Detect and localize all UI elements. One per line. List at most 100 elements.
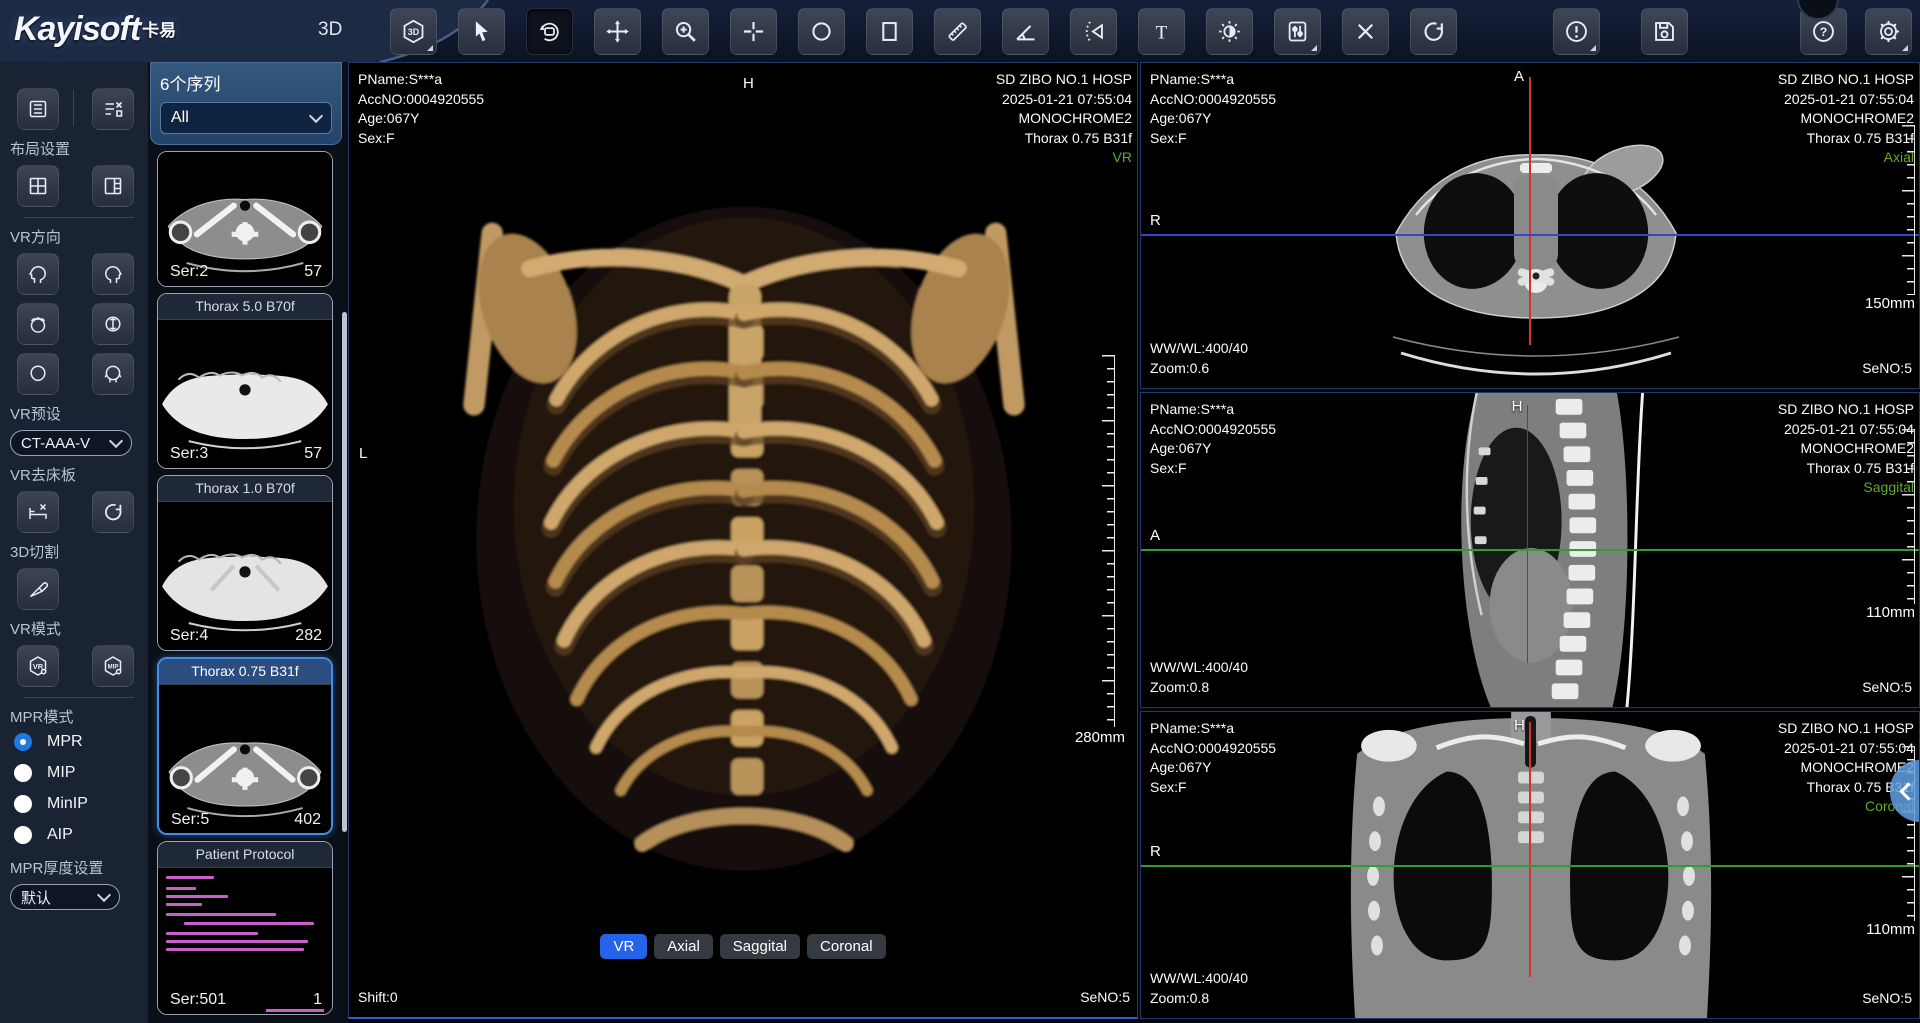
axial-reference-line[interactable] [1141,234,1919,236]
patient-name: PName:S***a [358,70,484,90]
vr-direction-row-1 [17,253,148,295]
image-count: 57 [304,445,322,463]
series-thumbnail[interactable]: Thorax 1.0 B70f Ser:4282 [157,475,333,651]
head-right-button[interactable] [92,253,134,295]
vr-direction-row-3 [17,353,148,395]
tool-crosshair-button[interactable] [730,8,777,55]
layout-buttons-row-2 [17,165,148,207]
tool-rotate-3d-button[interactable] [526,8,573,55]
sagittal-reference-line[interactable] [1529,722,1531,977]
tool-text-annotation-button[interactable]: T [1138,8,1185,55]
vr-bed-row [17,491,148,533]
series-scrollbar[interactable] [342,312,347,832]
head-front-button[interactable] [17,353,59,395]
settings-button[interactable] [1865,8,1912,55]
study-datetime: 2025-01-21 07:55:04 [1778,90,1914,110]
head-top-button[interactable] [17,303,59,345]
series-title: Patient Protocol [158,842,332,868]
text-annotation-icon: T [1148,18,1175,45]
close-layout-button[interactable] [92,88,134,130]
tool-reset-button[interactable] [1410,8,1457,55]
tool-window-level-button[interactable] [1206,8,1253,55]
image-count: 57 [304,263,322,281]
head-bottom-button[interactable] [92,303,134,345]
tool-ruler-button[interactable] [934,8,981,55]
logo-suffix: 卡易 [142,21,176,40]
vr-mode-row: VR MIP [17,645,148,687]
mpr-radio-label: MPR [47,733,83,751]
pan-icon [604,18,631,45]
axial-viewport[interactable]: A R PName:S***a AccNO:0004920555 Age:067… [1140,62,1920,389]
sidebar-divider-1 [24,217,134,218]
patient-info-overlay: PName:S***a AccNO:0004920555 Age:067Y Se… [358,70,484,148]
head-back-button[interactable] [92,353,134,395]
tool-save-button[interactable] [1641,8,1688,55]
remove-bed-button[interactable] [17,491,59,533]
vr-preset-value: CT-AAA-V [21,435,90,452]
vr-bed-label: VR去床板 [10,464,148,485]
axial-mode-button[interactable]: Axial [654,934,713,959]
help-icon: ? [1810,18,1837,45]
wwwl-value: WW/WL:400/40 [1150,969,1248,989]
orientation-marker-top: H [743,75,754,92]
mpr-radio-minip[interactable]: MinIP [14,795,148,813]
orientation-marker-left: R [1150,212,1161,229]
vr-viewport[interactable]: PName:S***a AccNO:0004920555 Age:067Y Se… [348,62,1138,1019]
tool-info-button[interactable] [1553,8,1600,55]
mpr-thickness-select[interactable]: 默认 [10,884,120,910]
head-left-button[interactable] [17,253,59,295]
save-icon [1651,18,1678,45]
mpr-radio-mpr[interactable]: MPR [14,733,148,751]
series-thumbnail[interactable]: Thorax 5.0 B70f Ser:357 [157,293,333,469]
study-datetime: 2025-01-21 07:55:04 [996,90,1132,110]
tool-pan-button[interactable] [594,8,641,55]
series-thumbnail[interactable]: Patient Protocol Ser:5011 [157,841,333,1015]
mpr-radio-mip[interactable]: MIP [14,764,148,782]
mpr-radio-aip[interactable]: AIP [14,826,148,844]
sagittal-viewport[interactable]: H A PName:S***a AccNO:0004920555 Age:067… [1140,392,1920,708]
series-filter-select[interactable]: All [160,102,332,134]
sagittal-reference-line[interactable] [1529,77,1531,345]
vr-mode-button[interactable]: VR [600,934,647,959]
vr-hex-button[interactable]: VR [17,645,59,687]
coronal-reference-line[interactable] [1141,865,1919,867]
scalpel-button[interactable] [17,568,59,610]
saggital-mode-button[interactable]: Saggital [720,934,800,959]
toolbar: 3D [390,8,1709,55]
patient-protocol-text [158,868,332,951]
series-thumbnail-selected[interactable]: Thorax 0.75 B31f Ser:5402 [157,657,333,835]
patient-info-overlay: PName:S***a AccNO:0004920555 Age:067Y Se… [1150,70,1276,148]
tool-view-3d-button[interactable]: 3D [390,8,437,55]
coronal-viewport[interactable]: H R PName:S***a AccNO:0004920555 Age:067… [1140,711,1920,1019]
reset-bed-button[interactable] [92,491,134,533]
coronal-mode-button[interactable]: Coronal [807,934,886,959]
dicom-viewer-app: Kayisoft卡易 3D 3D [0,0,1920,1023]
patient-sex: Sex:F [1150,778,1276,798]
vr-hexagon-icon: VR [26,654,50,678]
chevron-down-icon [109,434,123,448]
mip-hex-button[interactable]: MIP [92,645,134,687]
tool-delete-button[interactable] [1342,8,1389,55]
tool-zoom-in-button[interactable] [662,8,709,55]
vr-preset-select[interactable]: CT-AAA-V [10,430,132,456]
tool-angle-button[interactable] [1002,8,1049,55]
tool-adjustments-button[interactable] [1274,8,1321,55]
tool-cobb-angle-button[interactable] [1070,8,1117,55]
tool-pointer-button[interactable] [458,8,505,55]
vr-direction-label: VR方向 [10,226,148,247]
tool-rect-roi-button[interactable] [866,8,913,55]
orientation-marker-left: L [359,445,367,462]
remove-bed-icon [26,500,50,524]
axial-reference-line[interactable] [1527,405,1529,663]
split-layout-button[interactable] [92,165,134,207]
left-sidebar: 布局设置 VR方向 [0,62,148,1023]
tool-ellipse-roi-button[interactable] [798,8,845,55]
minip-radio-label: MinIP [47,795,88,813]
zoom-value: Zoom:0.6 [1150,359,1248,379]
coronal-reference-line[interactable] [1141,549,1919,551]
series-layout-button[interactable] [17,88,59,130]
series-thumbnail[interactable]: Ser:257 [157,151,333,287]
patient-age: Age:067Y [358,109,484,129]
wwwl-value: WW/WL:400/40 [1150,658,1248,678]
grid-layout-button[interactable] [17,165,59,207]
